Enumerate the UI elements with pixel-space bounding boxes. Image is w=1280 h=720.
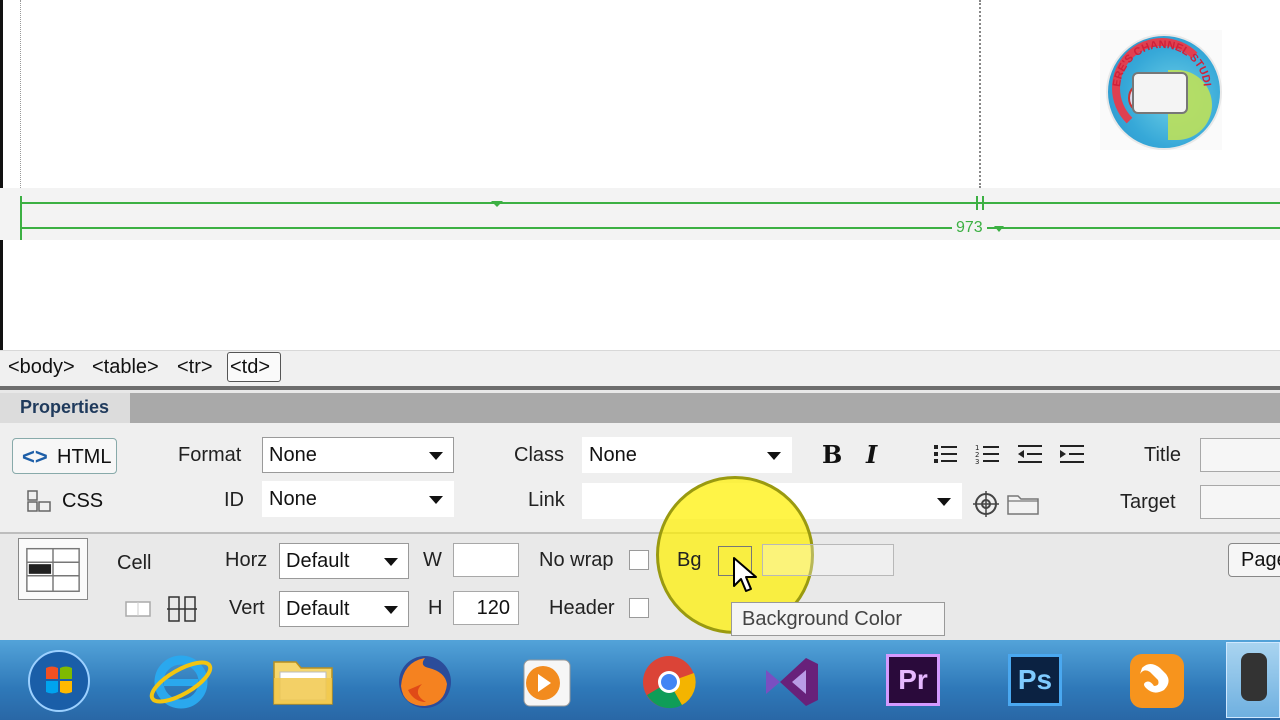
ordered-list-icon[interactable]: 1 2 3 (974, 442, 1002, 466)
visual-studio-icon[interactable] (754, 646, 828, 716)
camera-app-icon (1241, 653, 1267, 701)
media-player-icon[interactable] (510, 646, 584, 716)
table-width-label[interactable]: 973 (952, 218, 987, 238)
panel-tab-strip (130, 393, 1280, 423)
horz-label: Horz (225, 549, 268, 571)
start-orb-icon[interactable] (22, 646, 96, 716)
premiere-pro-icon[interactable]: Pr (876, 646, 950, 716)
target-input[interactable] (1200, 485, 1280, 519)
firefox-icon[interactable] (388, 646, 462, 716)
table-width-ruler (0, 188, 1280, 240)
bg-label: Bg (677, 549, 702, 571)
horz-select[interactable]: Default (279, 543, 409, 579)
chevron-down-icon (937, 498, 951, 506)
indent-icon[interactable] (1058, 442, 1086, 466)
header-label: Header (549, 597, 615, 619)
premiere-pro-label: Pr (886, 654, 940, 706)
bold-button[interactable]: B (822, 440, 842, 469)
cell-width-input[interactable] (453, 543, 519, 577)
vert-value: Default (286, 598, 350, 620)
browse-folder-icon[interactable] (1006, 490, 1040, 516)
table-cell-divider[interactable] (979, 0, 981, 188)
svg-text:3: 3 (975, 458, 979, 466)
tag-td[interactable]: <td> (230, 353, 270, 381)
id-value: None (269, 488, 317, 510)
chrome-icon[interactable] (632, 646, 706, 716)
class-value: None (589, 444, 637, 466)
format-value: None (269, 444, 317, 466)
css-mode-button[interactable]: CSS (62, 490, 103, 513)
guide-column-tick (976, 196, 984, 210)
table-cell-left-border (20, 0, 21, 188)
column-header-menu-arrow[interactable] (491, 201, 503, 207)
tag-body[interactable]: <body> (8, 353, 75, 381)
outdent-icon[interactable] (1016, 442, 1044, 466)
cell-label: Cell (117, 552, 152, 574)
id-select[interactable]: None (262, 481, 454, 517)
unordered-list-icon[interactable] (932, 442, 960, 466)
width-label: W (423, 549, 442, 571)
target-label: Target (1120, 491, 1176, 513)
nowrap-checkbox[interactable] (629, 550, 649, 570)
class-label: Class (514, 444, 565, 466)
title-label: Title (1144, 444, 1182, 466)
table-width-menu-arrow[interactable] (994, 226, 1004, 232)
tab-properties-label: Properties (20, 397, 110, 417)
chevron-down-icon (429, 452, 443, 460)
format-select[interactable]: None (262, 437, 454, 473)
chevron-down-icon (767, 452, 781, 460)
column-guide-line (20, 202, 1280, 204)
split-cell-icon[interactable] (166, 594, 198, 624)
photoshop-label: Ps (1008, 654, 1062, 706)
merge-cells-icon[interactable] (124, 598, 152, 620)
table-cell-icon (18, 538, 88, 600)
chevron-down-icon (384, 558, 398, 566)
tooltip: Background Color (731, 602, 945, 636)
design-canvas[interactable] (0, 0, 1280, 350)
bg-color-input[interactable] (762, 544, 894, 576)
tag-tr[interactable]: <tr> (177, 353, 213, 381)
page-properties-button[interactable]: Page (1228, 543, 1280, 577)
uc-browser-icon[interactable] (1120, 646, 1194, 716)
chevron-down-icon (429, 496, 443, 504)
point-to-file-icon[interactable] (972, 490, 1000, 518)
height-label: H (428, 597, 443, 619)
photoshop-icon[interactable]: Ps (998, 646, 1072, 716)
code-brackets-icon: <> (22, 444, 48, 469)
svg-text:DERE'S CHANNEL STUDIO: DERE'S CHANNEL STUDIO (1106, 34, 1213, 88)
italic-button[interactable]: I (866, 440, 877, 469)
canvas-left-edge (0, 0, 3, 350)
mouse-cursor-icon (733, 557, 757, 592)
horz-value: Default (286, 550, 350, 572)
active-taskbar-app[interactable] (1226, 642, 1280, 718)
logo-circular-text: DERE'S CHANNEL STUDIO (1106, 34, 1213, 88)
css-blocks-icon[interactable] (26, 489, 52, 513)
id-label: ID (224, 489, 244, 511)
html-mode-label: HTML (57, 446, 112, 468)
tag-table[interactable]: <table> (92, 353, 159, 381)
chevron-down-icon (384, 606, 398, 614)
file-explorer-icon[interactable] (266, 646, 340, 716)
class-select[interactable]: None (582, 437, 792, 473)
format-label: Format (178, 444, 242, 466)
cell-height-input[interactable]: 120 (453, 591, 519, 625)
internet-explorer-icon[interactable] (144, 646, 218, 716)
link-label: Link (528, 489, 565, 511)
header-checkbox[interactable] (629, 598, 649, 618)
title-input[interactable] (1200, 438, 1280, 472)
guide-left-tick (20, 196, 22, 240)
vert-label: Vert (229, 597, 265, 619)
nowrap-label: No wrap (539, 549, 614, 571)
vert-select[interactable]: Default (279, 591, 409, 627)
table-guide-line (20, 227, 1280, 229)
